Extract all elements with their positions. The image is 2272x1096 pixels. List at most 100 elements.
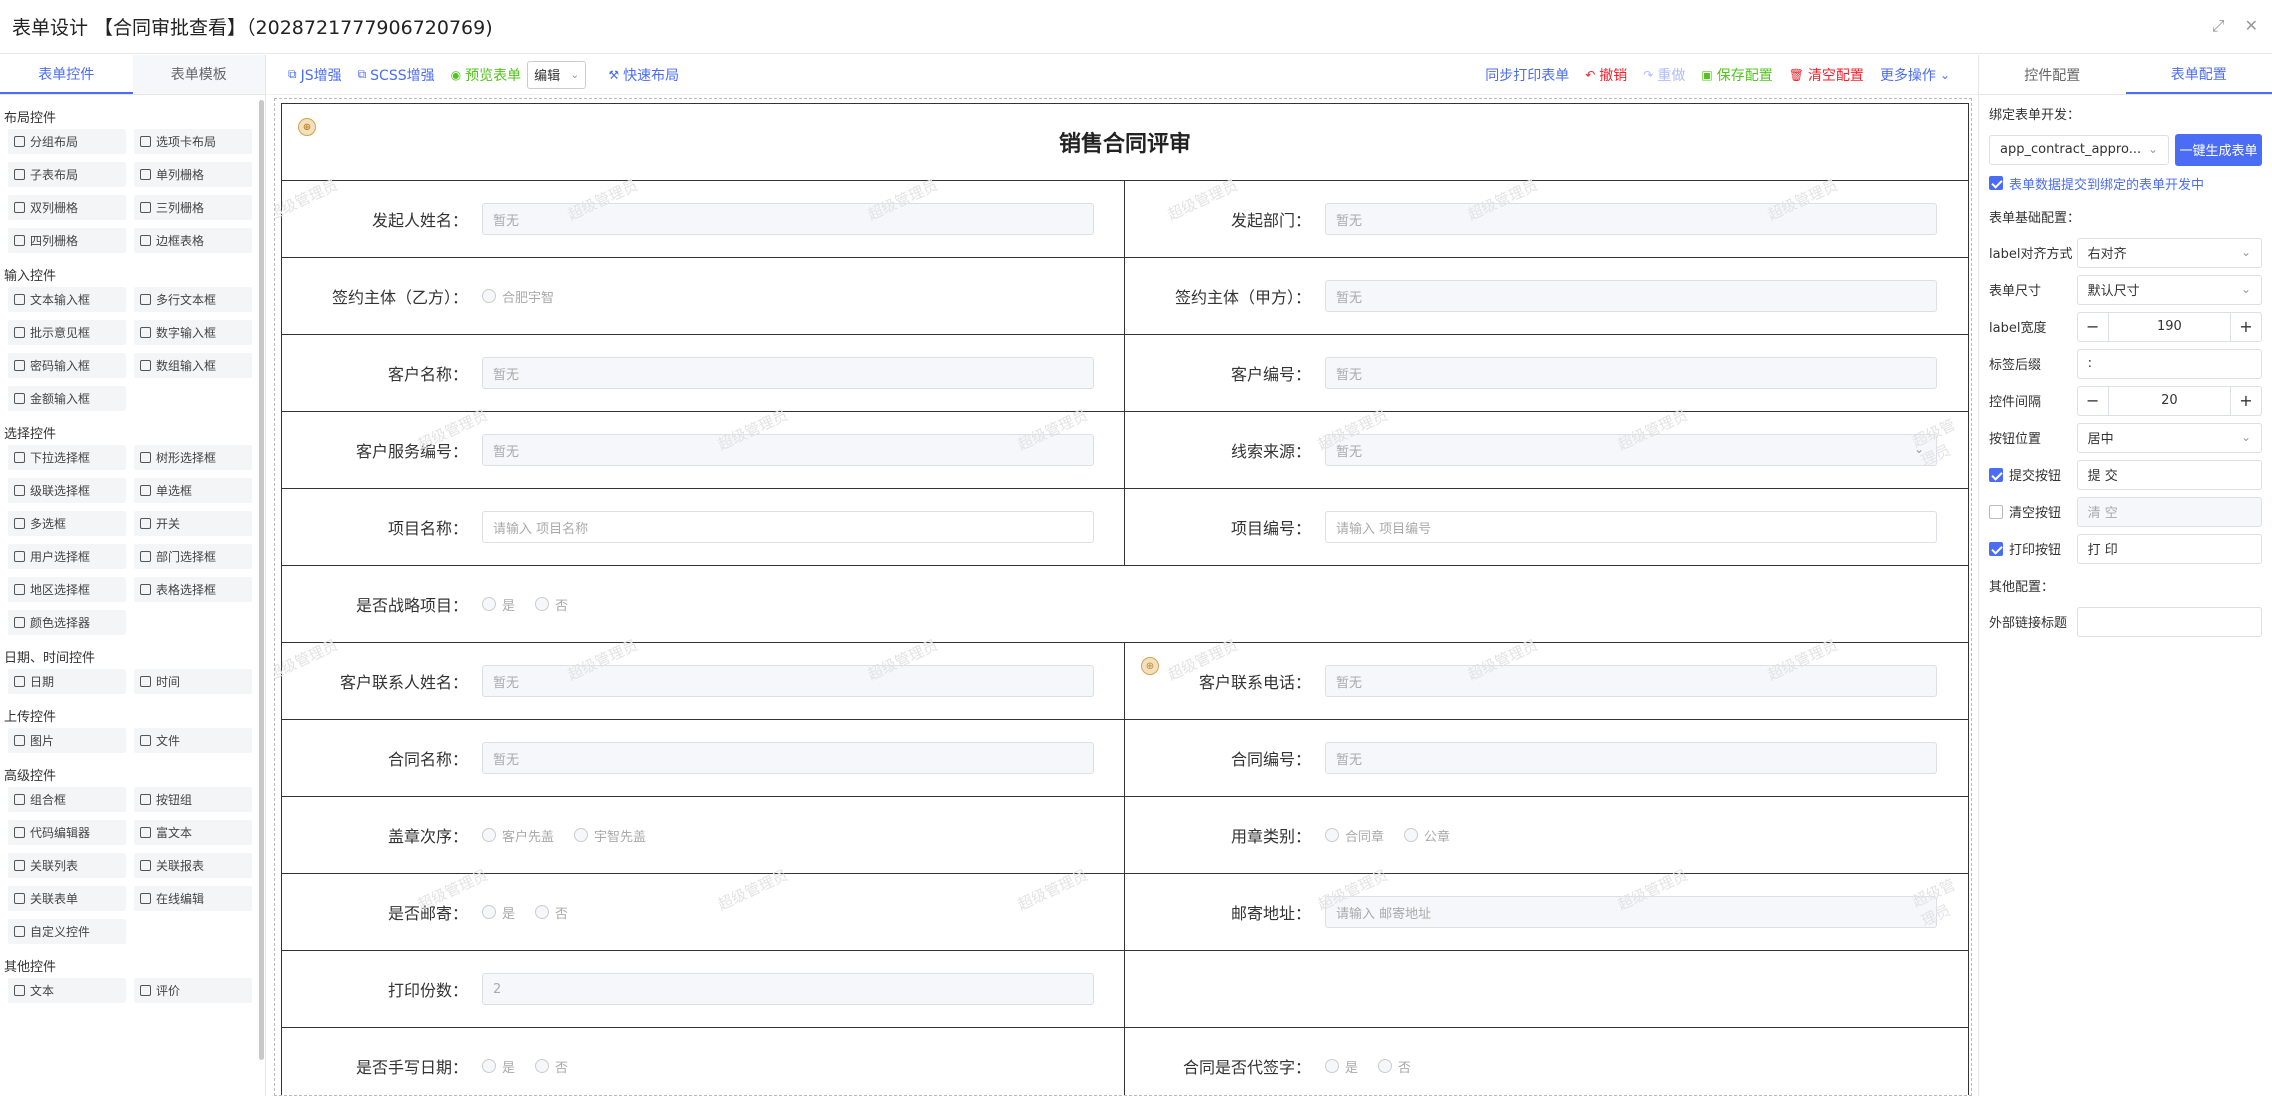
radio-option[interactable]: 是 <box>482 903 515 922</box>
clear-button-checkbox[interactable] <box>1989 504 2003 519</box>
field-input[interactable]: 暂无 <box>1325 665 1937 697</box>
field-input[interactable]: 2 <box>482 973 1094 1005</box>
print-button-checkbox[interactable] <box>1989 541 2003 556</box>
control-item[interactable]: 代码编辑器 <box>8 820 126 845</box>
drag-handle-icon[interactable]: ⊕ <box>298 118 316 136</box>
sync-print-button[interactable]: 同步打印表单 <box>1485 65 1569 85</box>
control-item[interactable]: 多选框 <box>8 511 126 536</box>
control-item[interactable]: 部门选择框 <box>134 544 252 569</box>
label-width-stepper[interactable]: −190 + <box>2076 311 2262 342</box>
control-item[interactable]: 树形选择框 <box>134 445 252 470</box>
control-item[interactable]: 地区选择框 <box>8 577 126 602</box>
radio-option[interactable]: 合同章 <box>1325 826 1384 845</box>
clear-config-button[interactable]: 🗑 清空配置 <box>1789 65 1864 85</box>
redo-button[interactable]: ↷ 重做 <box>1643 65 1685 85</box>
radio-option[interactable]: 公章 <box>1404 826 1450 845</box>
field-input[interactable]: 暂无 <box>1325 203 1937 235</box>
control-item[interactable]: 图片 <box>8 728 126 753</box>
radio-option[interactable]: 宇智先盖 <box>574 826 646 845</box>
print-button-toggle[interactable]: 打印按钮 <box>1989 539 2077 558</box>
fullscreen-icon[interactable]: ⤢ <box>2212 16 2225 36</box>
label-suffix-input[interactable]: : <box>2076 348 2262 379</box>
control-item[interactable]: 数字输入框 <box>134 320 252 345</box>
radio-option[interactable]: 否 <box>535 1057 568 1076</box>
radio-option[interactable]: 合肥宇智 <box>482 287 554 306</box>
control-item[interactable]: 金额输入框 <box>8 386 126 411</box>
control-item[interactable]: 密码输入框 <box>8 353 126 378</box>
field-input[interactable]: 请输入 项目编号 <box>1325 511 1937 543</box>
field-input[interactable]: 暂无 <box>482 665 1094 697</box>
submit-bind-row[interactable]: 表单数据提交到绑定的表单开发中 <box>1989 168 2262 198</box>
submit-button-text-input[interactable]: 提 交 <box>2076 459 2262 490</box>
left-scrollbar[interactable] <box>259 100 264 1060</box>
external-link-input[interactable] <box>2076 606 2262 637</box>
control-item[interactable]: 组合框 <box>8 787 126 812</box>
submit-bind-checkbox[interactable] <box>1989 176 2003 190</box>
field-input[interactable]: 暂无 <box>482 203 1094 235</box>
control-item[interactable]: 用户选择框 <box>8 544 126 569</box>
plus-icon[interactable]: + <box>2231 317 2261 336</box>
control-gap-value[interactable]: 20 <box>2107 386 2231 415</box>
control-item[interactable]: 文本 <box>8 978 126 1003</box>
control-gap-stepper[interactable]: −20 + <box>2076 385 2262 416</box>
control-item[interactable]: 分组布局 <box>8 129 126 154</box>
radio-option[interactable]: 是 <box>1325 1057 1358 1076</box>
control-item[interactable]: 评价 <box>134 978 252 1003</box>
control-item[interactable]: 表格选择框 <box>134 577 252 602</box>
radio-option[interactable]: 是 <box>482 1057 515 1076</box>
scss-enhance-button[interactable]: ⧉ SCSS增强 <box>358 65 435 85</box>
field-input[interactable]: 暂无 <box>1325 357 1937 389</box>
radio-option[interactable]: 否 <box>1378 1057 1411 1076</box>
control-item[interactable]: 选项卡布局 <box>134 129 252 154</box>
form-size-select[interactable]: 默认尺寸 ⌄ <box>2076 274 2262 305</box>
button-position-select[interactable]: 居中 ⌄ <box>2076 422 2262 453</box>
preview-button[interactable]: ◉ 预览表单 <box>451 65 521 85</box>
tab-form-controls[interactable]: 表单控件 <box>0 55 133 94</box>
field-input[interactable]: 请输入 邮寄地址 <box>1325 896 1937 928</box>
print-button-text-input[interactable]: 打 印 <box>2076 533 2262 564</box>
control-item[interactable]: 在线编辑 <box>134 886 252 911</box>
control-item[interactable]: 文件 <box>134 728 252 753</box>
field-input[interactable]: 暂无 <box>482 742 1094 774</box>
control-item[interactable]: 单列栅格 <box>134 162 252 187</box>
generate-form-button[interactable]: 一键生成表单 <box>2175 133 2262 166</box>
control-item[interactable]: 关联报表 <box>134 853 252 878</box>
control-item[interactable]: 下拉选择框 <box>8 445 126 470</box>
control-item[interactable]: 时间 <box>134 669 252 694</box>
submit-button-toggle[interactable]: 提交按钮 <box>1989 465 2077 484</box>
control-item[interactable]: 三列栅格 <box>134 195 252 220</box>
drag-handle-icon[interactable]: ⊕ <box>1141 657 1159 675</box>
radio-option[interactable]: 客户先盖 <box>482 826 554 845</box>
close-icon[interactable]: ✕ <box>2245 16 2258 36</box>
label-align-select[interactable]: 右对齐 ⌄ <box>2076 237 2262 268</box>
radio-option[interactable]: 否 <box>535 595 568 614</box>
control-item[interactable]: 日期 <box>8 669 126 694</box>
label-width-value[interactable]: 190 <box>2107 312 2231 341</box>
field-input[interactable]: 暂无 <box>1325 742 1937 774</box>
undo-button[interactable]: ↶ 撤销 <box>1585 65 1627 85</box>
control-item[interactable]: 多行文本框 <box>134 287 252 312</box>
control-item[interactable]: 四列栅格 <box>8 228 126 253</box>
minus-icon[interactable]: − <box>2078 317 2108 336</box>
control-item[interactable]: 批示意见框 <box>8 320 126 345</box>
field-input[interactable]: 暂无 <box>1325 280 1937 312</box>
save-config-button[interactable]: ▣ 保存配置 <box>1701 65 1772 85</box>
tab-form-templates[interactable]: 表单模板 <box>132 55 265 94</box>
clear-button-text-input[interactable]: 清 空 <box>2076 496 2262 527</box>
field-input[interactable]: 暂无 <box>482 357 1094 389</box>
radio-option[interactable]: 否 <box>535 903 568 922</box>
clear-button-toggle[interactable]: 清空按钮 <box>1989 502 2077 521</box>
quick-layout-button[interactable]: ⚒ 快速布局 <box>608 65 679 85</box>
control-item[interactable]: 文本输入框 <box>8 287 126 312</box>
control-item[interactable]: 双列栅格 <box>8 195 126 220</box>
control-item[interactable]: 级联选择框 <box>8 478 126 503</box>
js-enhance-button[interactable]: ⧉ JS增强 <box>288 65 342 85</box>
control-item[interactable]: 按钮组 <box>134 787 252 812</box>
form-canvas[interactable]: ⊕ 销售合同评审 发起人姓名： 暂无 发起部门： 暂无 签约主体（乙方）： 合肥宇智 签约主… <box>274 98 1972 1096</box>
mode-select[interactable]: 编辑 ⌄ <box>527 60 587 89</box>
control-item[interactable]: 边框表格 <box>134 228 252 253</box>
tab-control-config[interactable]: 控件配置 <box>1979 55 2126 94</box>
control-item[interactable]: 开关 <box>134 511 252 536</box>
field-input[interactable]: 暂无 <box>482 434 1094 466</box>
control-item[interactable]: 单选框 <box>134 478 252 503</box>
